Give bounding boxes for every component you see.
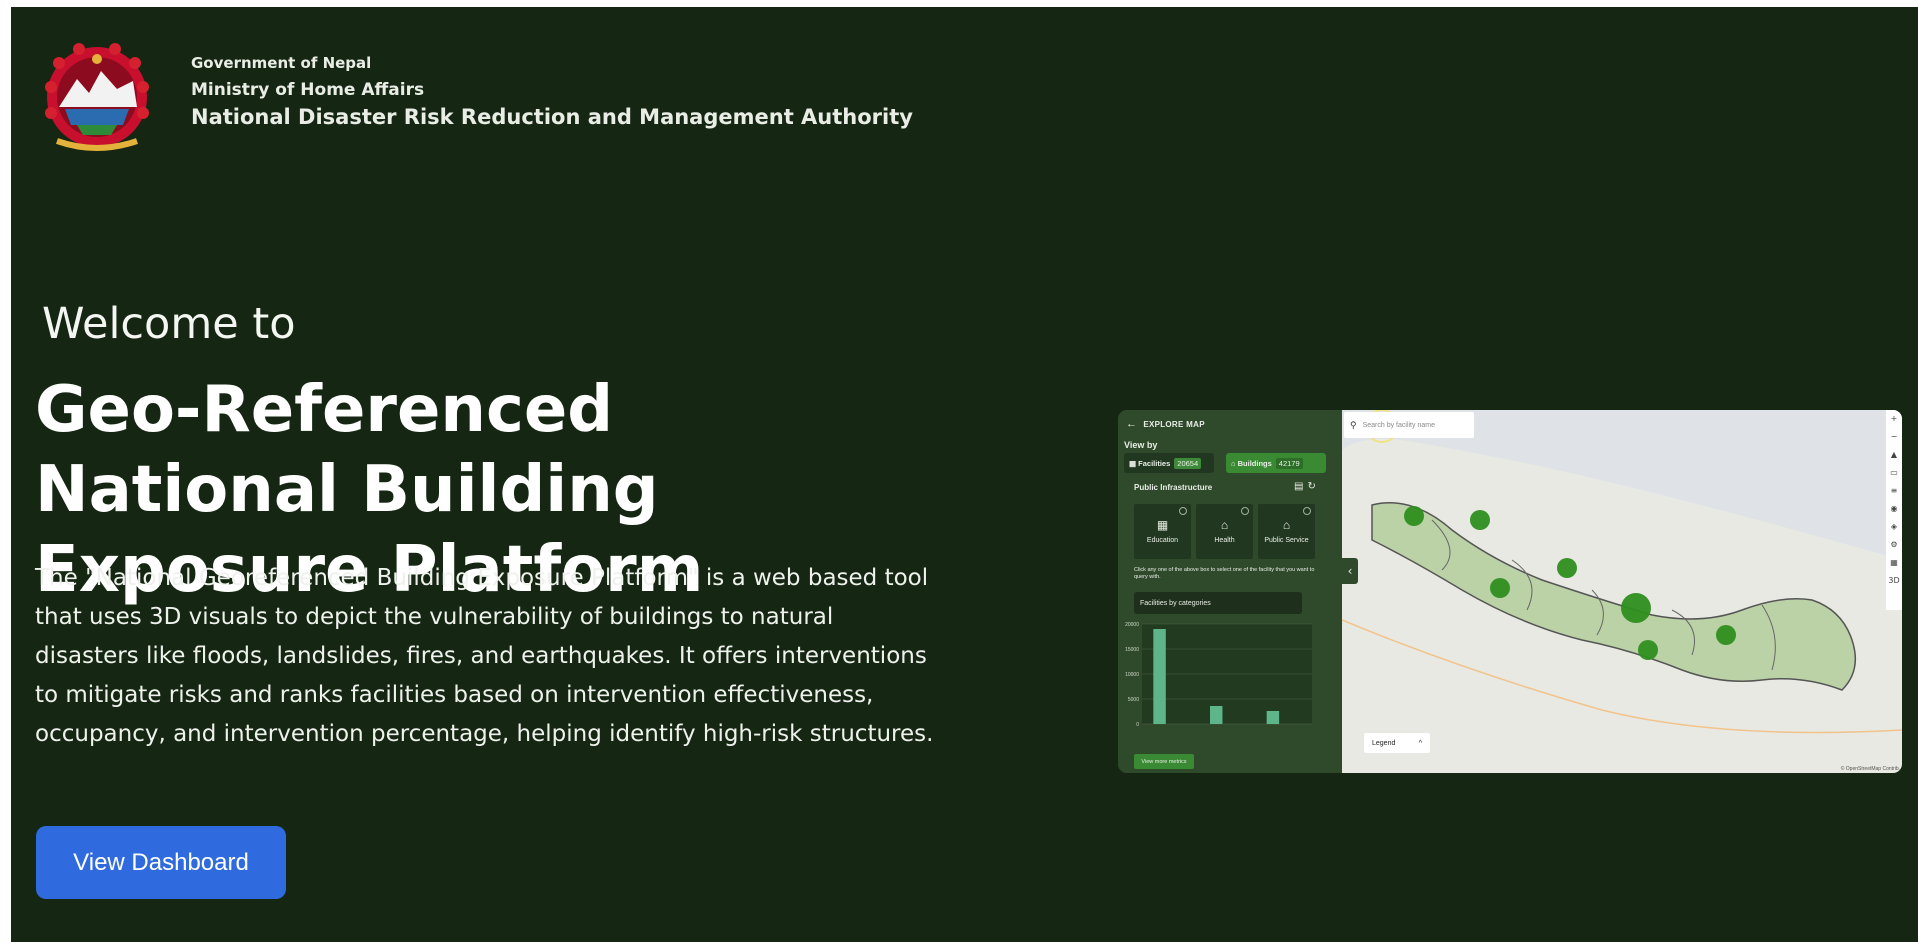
nepal-map-graphic (1341, 410, 1902, 773)
category-label: Public Service (1264, 537, 1309, 544)
location-icon: ◉ (1890, 504, 1898, 513)
buildings-count: 42179 (1275, 457, 1303, 469)
radio-icon (1241, 507, 1249, 515)
facilities-by-categories-select: Facilities by categories (1134, 592, 1302, 614)
public-infrastructure-label: Public Infrastructure (1134, 483, 1213, 492)
category-hint: Click any one of the above box to select… (1134, 567, 1315, 580)
layers-icon: ◈ (1890, 522, 1898, 531)
radio-icon (1179, 507, 1187, 515)
category-label: Health (1214, 537, 1235, 544)
welcome-text: Welcome to (42, 299, 296, 349)
map-attribution: © OpenStreetMap Contrib. (1840, 766, 1900, 772)
3d-toggle: 3D (1888, 576, 1900, 585)
view-dashboard-button[interactable]: View Dashboard (36, 826, 286, 899)
facilities-count: 20654 (1174, 457, 1202, 469)
view-by-label: View by (1124, 440, 1158, 450)
collapse-panel-icon: ‹ (1342, 558, 1358, 584)
chart-tick-label: 20000 (1125, 622, 1139, 628)
chart-bar (1153, 629, 1166, 724)
view-more-metrics-button: View more metrics (1134, 754, 1194, 769)
building-icon: ▦ (1156, 518, 1169, 532)
radio-icon (1303, 507, 1311, 515)
header-authority: National Disaster Risk Reduction and Man… (191, 105, 913, 129)
map-controls: + − ▲ ▭ ≡ ◉ ◈ ⚙ ▦ 3D (1886, 410, 1902, 610)
search-icon: ⚲ (1350, 419, 1357, 430)
grid-icon: ▦ (1890, 558, 1898, 567)
refresh-icon: ↻ (1307, 481, 1320, 492)
category-education: ▦ Education (1134, 504, 1191, 559)
house-icon: ⌂ (1220, 518, 1229, 532)
map-search-input: ⚲ Search by facility name (1344, 412, 1474, 438)
chart-tick-label: 0 (1136, 722, 1139, 728)
explore-map-title: EXPLORE MAP (1143, 420, 1205, 429)
category-health: ⌂ Health (1196, 504, 1253, 559)
explore-map-header: ← EXPLORE MAP (1126, 418, 1205, 430)
bank-icon: ⌂ (1282, 518, 1291, 532)
chart-bar (1210, 706, 1223, 724)
legend-label: Legend (1372, 739, 1396, 747)
zoom-in-icon: + (1890, 414, 1898, 423)
chevron-up-icon: ^ (1418, 739, 1422, 747)
explore-map-panel: ← EXPLORE MAP View by ▦ Facilities 20654 … (1118, 410, 1342, 773)
facilities-toggle: ▦ Facilities 20654 (1124, 453, 1214, 473)
chart-tick-label: 10000 (1125, 672, 1139, 678)
category-label: Education (1146, 537, 1179, 544)
landing-page: Government of Nepal Ministry of Home Aff… (11, 7, 1918, 942)
back-arrow-icon: ← (1126, 418, 1138, 430)
panel-tools: ▤↻ (1294, 481, 1320, 492)
dashboard-preview-image: ← EXPLORE MAP View by ▦ Facilities 20654 … (1118, 410, 1902, 773)
buildings-toggle: ⌂ Buildings 42179 (1226, 453, 1326, 473)
chart-bar (1266, 711, 1280, 724)
copy-icon: ▤ (1294, 481, 1308, 492)
fullscreen-icon: ▭ (1890, 468, 1898, 477)
map-view: ⚲ Search by facility name ‹ Legend ^ + −… (1341, 410, 1902, 773)
map-legend-toggle: Legend ^ (1364, 733, 1430, 753)
nepal-emblem-logo (45, 43, 149, 151)
compass-icon: ▲ (1890, 450, 1898, 459)
header-ministry: Ministry of Home Affairs (191, 80, 425, 100)
building-icon: ▦ (1129, 458, 1139, 468)
search-placeholder: Search by facility name (1362, 421, 1435, 429)
settings-icon: ⚙ (1890, 540, 1898, 549)
chart-tick-label: 15000 (1125, 647, 1139, 653)
zoom-out-icon: − (1890, 432, 1898, 441)
home-icon: ⌂ (1231, 458, 1238, 468)
category-public-service: ⌂ Public Service (1258, 504, 1315, 559)
chart-tick-label: 5000 (1128, 697, 1139, 703)
buildings-label: Buildings (1237, 458, 1272, 468)
header-government: Government of Nepal (191, 54, 372, 72)
facilities-label: Facilities (1138, 458, 1171, 468)
platform-description: The "National Georeferenced Building Exp… (35, 565, 934, 747)
facilities-bar-chart: 20000 15000 10000 5000 0 (1125, 622, 1312, 728)
filter-icon: ≡ (1890, 486, 1898, 495)
